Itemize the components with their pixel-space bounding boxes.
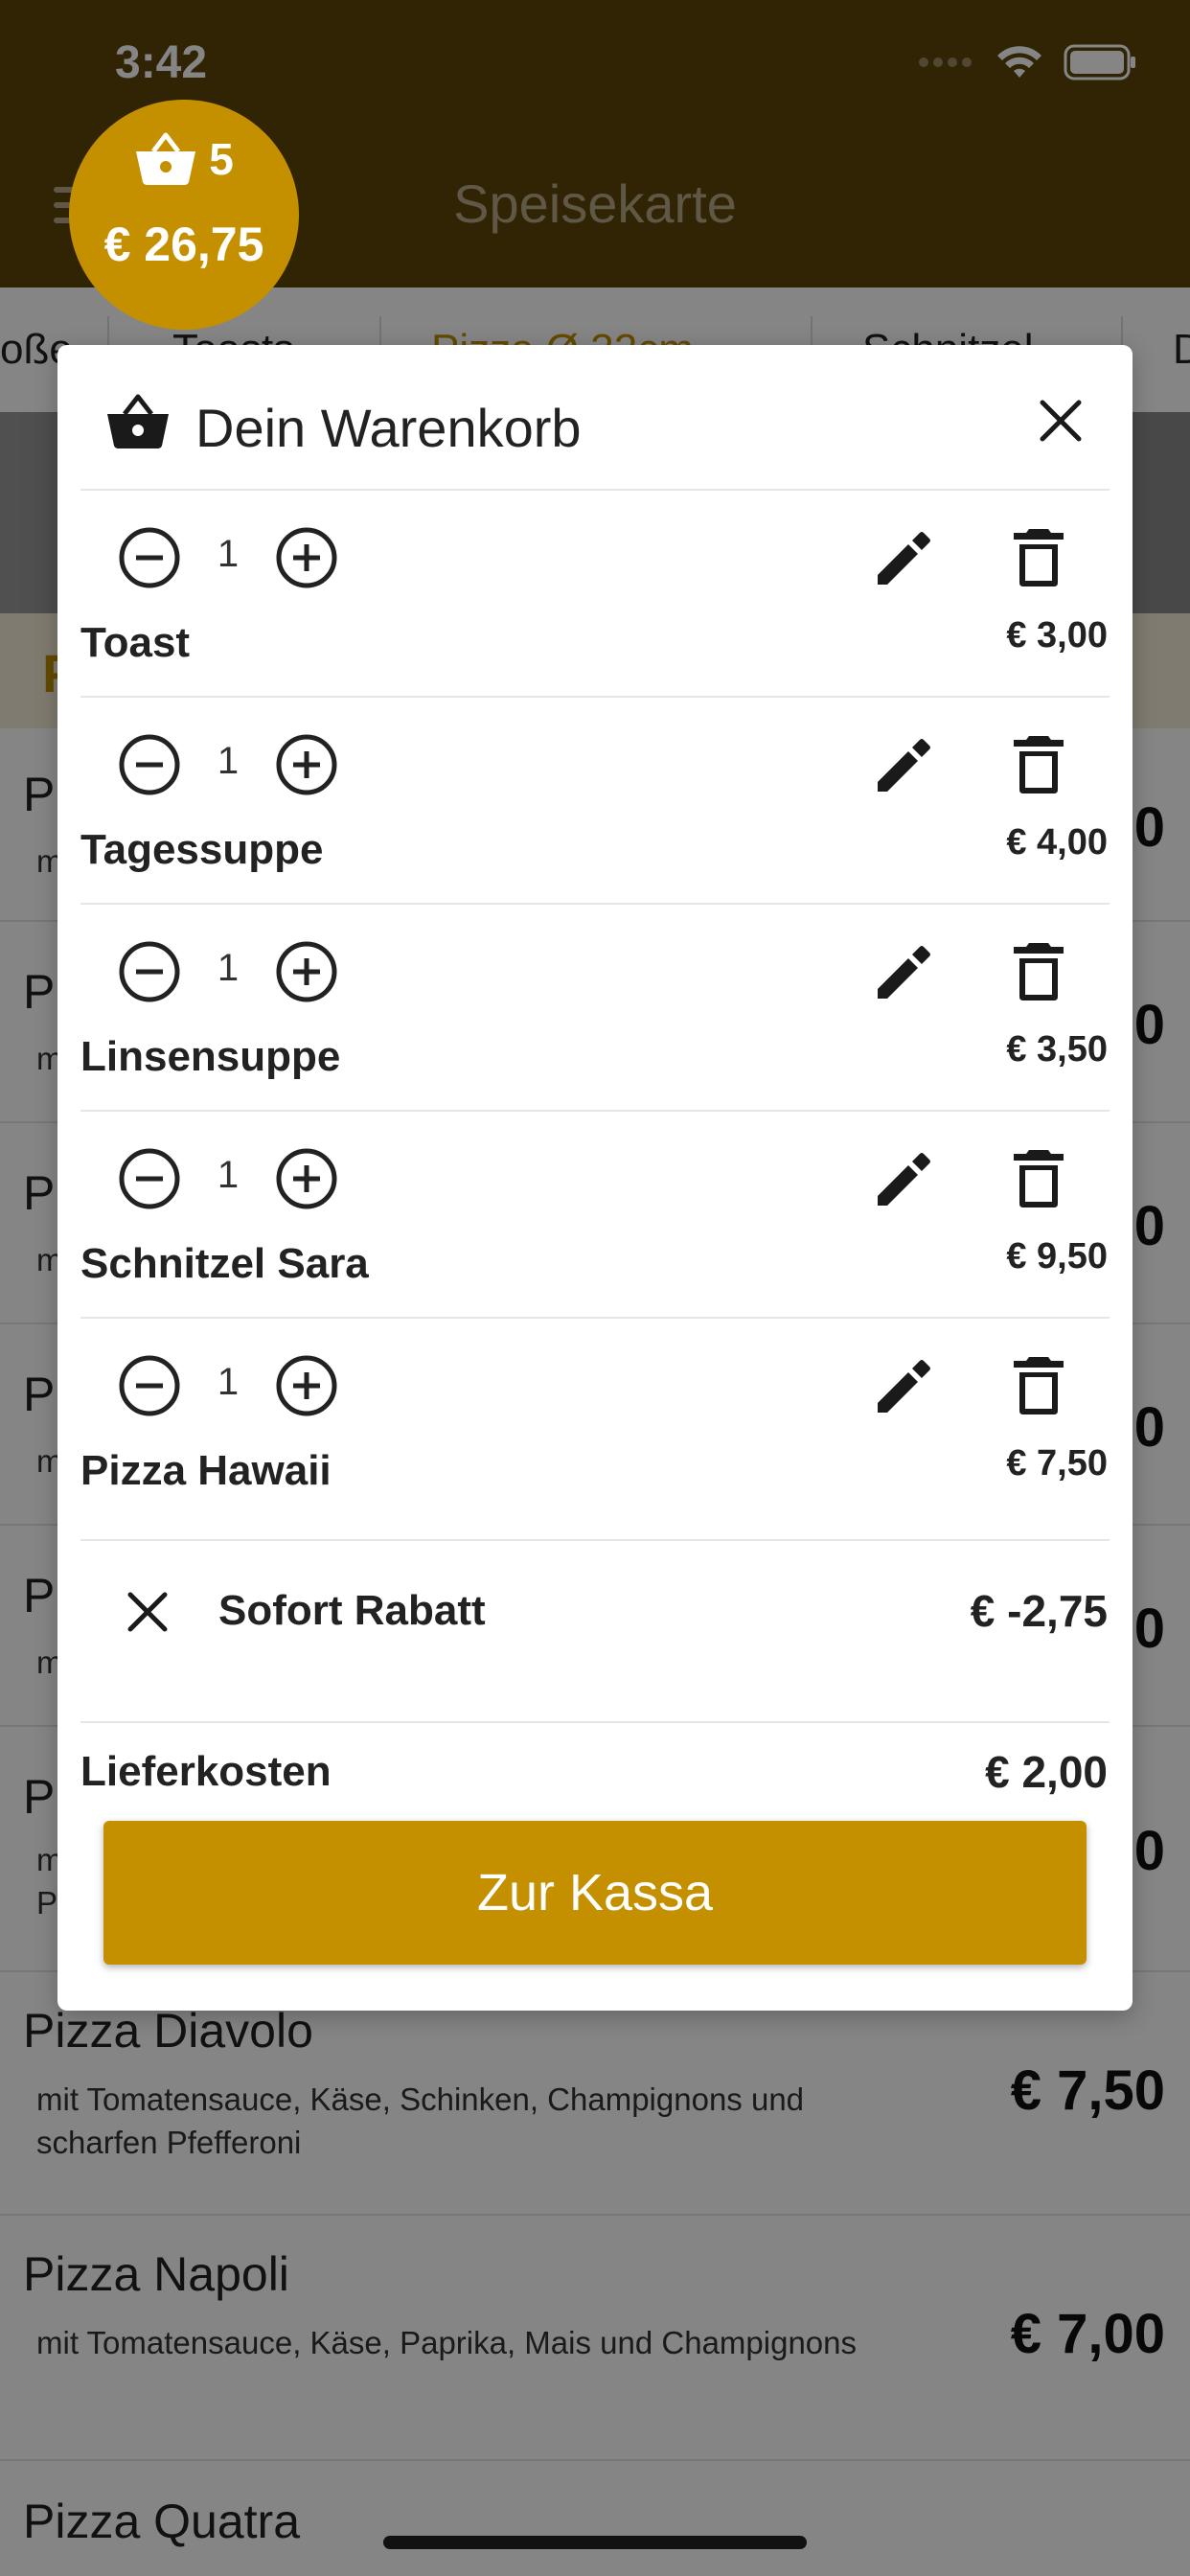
delivery-label: Lieferkosten	[80, 1748, 332, 1795]
minus-circle-icon[interactable]	[115, 937, 184, 1006]
discount-label: Sofort Rabatt	[218, 1587, 486, 1634]
quantity-value: 1	[217, 533, 240, 575]
quantity-value: 1	[217, 1361, 240, 1403]
divider	[80, 1721, 1110, 1723]
cart-total: € 26,75	[103, 218, 264, 271]
discount-row: Sofort Rabatt € -2,75	[57, 1541, 1133, 1675]
pencil-icon[interactable]	[866, 937, 935, 1006]
cart-item: 1 Toast € 3,00	[57, 491, 1133, 698]
close-icon[interactable]	[1027, 387, 1094, 454]
checkout-button[interactable]: Zur Kassa	[103, 1821, 1087, 1965]
cart-item: 1 Schnitzel Sara € 9,50	[57, 1112, 1133, 1319]
pencil-icon[interactable]	[866, 730, 935, 799]
trash-icon[interactable]	[1004, 523, 1073, 592]
cart-dialog-title: Dein Warenkorb	[195, 398, 582, 458]
minus-circle-icon[interactable]	[115, 523, 184, 592]
cart-item-name: Tagessuppe	[80, 826, 324, 873]
minus-circle-icon[interactable]	[115, 1144, 184, 1213]
delivery-value: € 2,00	[985, 1747, 1108, 1797]
plus-circle-icon[interactable]	[272, 1144, 341, 1213]
cart-item-name: Schnitzel Sara	[80, 1240, 369, 1287]
cart-dialog-header: Dein Warenkorb	[57, 345, 1133, 491]
close-icon[interactable]	[119, 1583, 176, 1641]
quantity-value: 1	[217, 740, 240, 782]
cart-item-name: Toast	[80, 619, 191, 666]
minus-circle-icon[interactable]	[115, 1351, 184, 1420]
cart-item-price: € 7,50	[1006, 1443, 1108, 1484]
cart-item-name: Linsensuppe	[80, 1033, 341, 1080]
cart-item: 1 Pizza Hawaii € 7,50	[57, 1319, 1133, 1526]
cart-badge[interactable]: 5 € 26,75	[69, 100, 299, 330]
minus-circle-icon[interactable]	[115, 730, 184, 799]
trash-icon[interactable]	[1004, 1351, 1073, 1420]
trash-icon[interactable]	[1004, 730, 1073, 799]
pencil-icon[interactable]	[866, 1144, 935, 1213]
cart-item: 1 Tagessuppe € 4,00	[57, 698, 1133, 905]
discount-value: € -2,75	[970, 1586, 1108, 1636]
cart-item: 1 Linsensuppe € 3,50	[57, 905, 1133, 1112]
trash-icon[interactable]	[1004, 937, 1073, 1006]
pencil-icon[interactable]	[866, 1351, 935, 1420]
home-indicator[interactable]	[383, 2536, 807, 2549]
cart-dialog: Dein Warenkorb 1 Toast € 3,00 1 Tagessup…	[57, 345, 1133, 2011]
basket-icon	[107, 394, 169, 448]
trash-icon[interactable]	[1004, 1144, 1073, 1213]
cart-item-price: € 3,50	[1006, 1029, 1108, 1070]
cart-item-name: Pizza Hawaii	[80, 1447, 332, 1494]
basket-icon	[136, 132, 196, 185]
plus-circle-icon[interactable]	[272, 523, 341, 592]
cart-count: 5	[209, 134, 234, 184]
cart-item-price: € 9,50	[1006, 1236, 1108, 1276]
cart-item-price: € 3,00	[1006, 615, 1108, 656]
cart-item-price: € 4,00	[1006, 822, 1108, 862]
plus-circle-icon[interactable]	[272, 937, 341, 1006]
quantity-value: 1	[217, 947, 240, 989]
pencil-icon[interactable]	[866, 523, 935, 592]
plus-circle-icon[interactable]	[272, 730, 341, 799]
plus-circle-icon[interactable]	[272, 1351, 341, 1420]
quantity-value: 1	[217, 1154, 240, 1196]
